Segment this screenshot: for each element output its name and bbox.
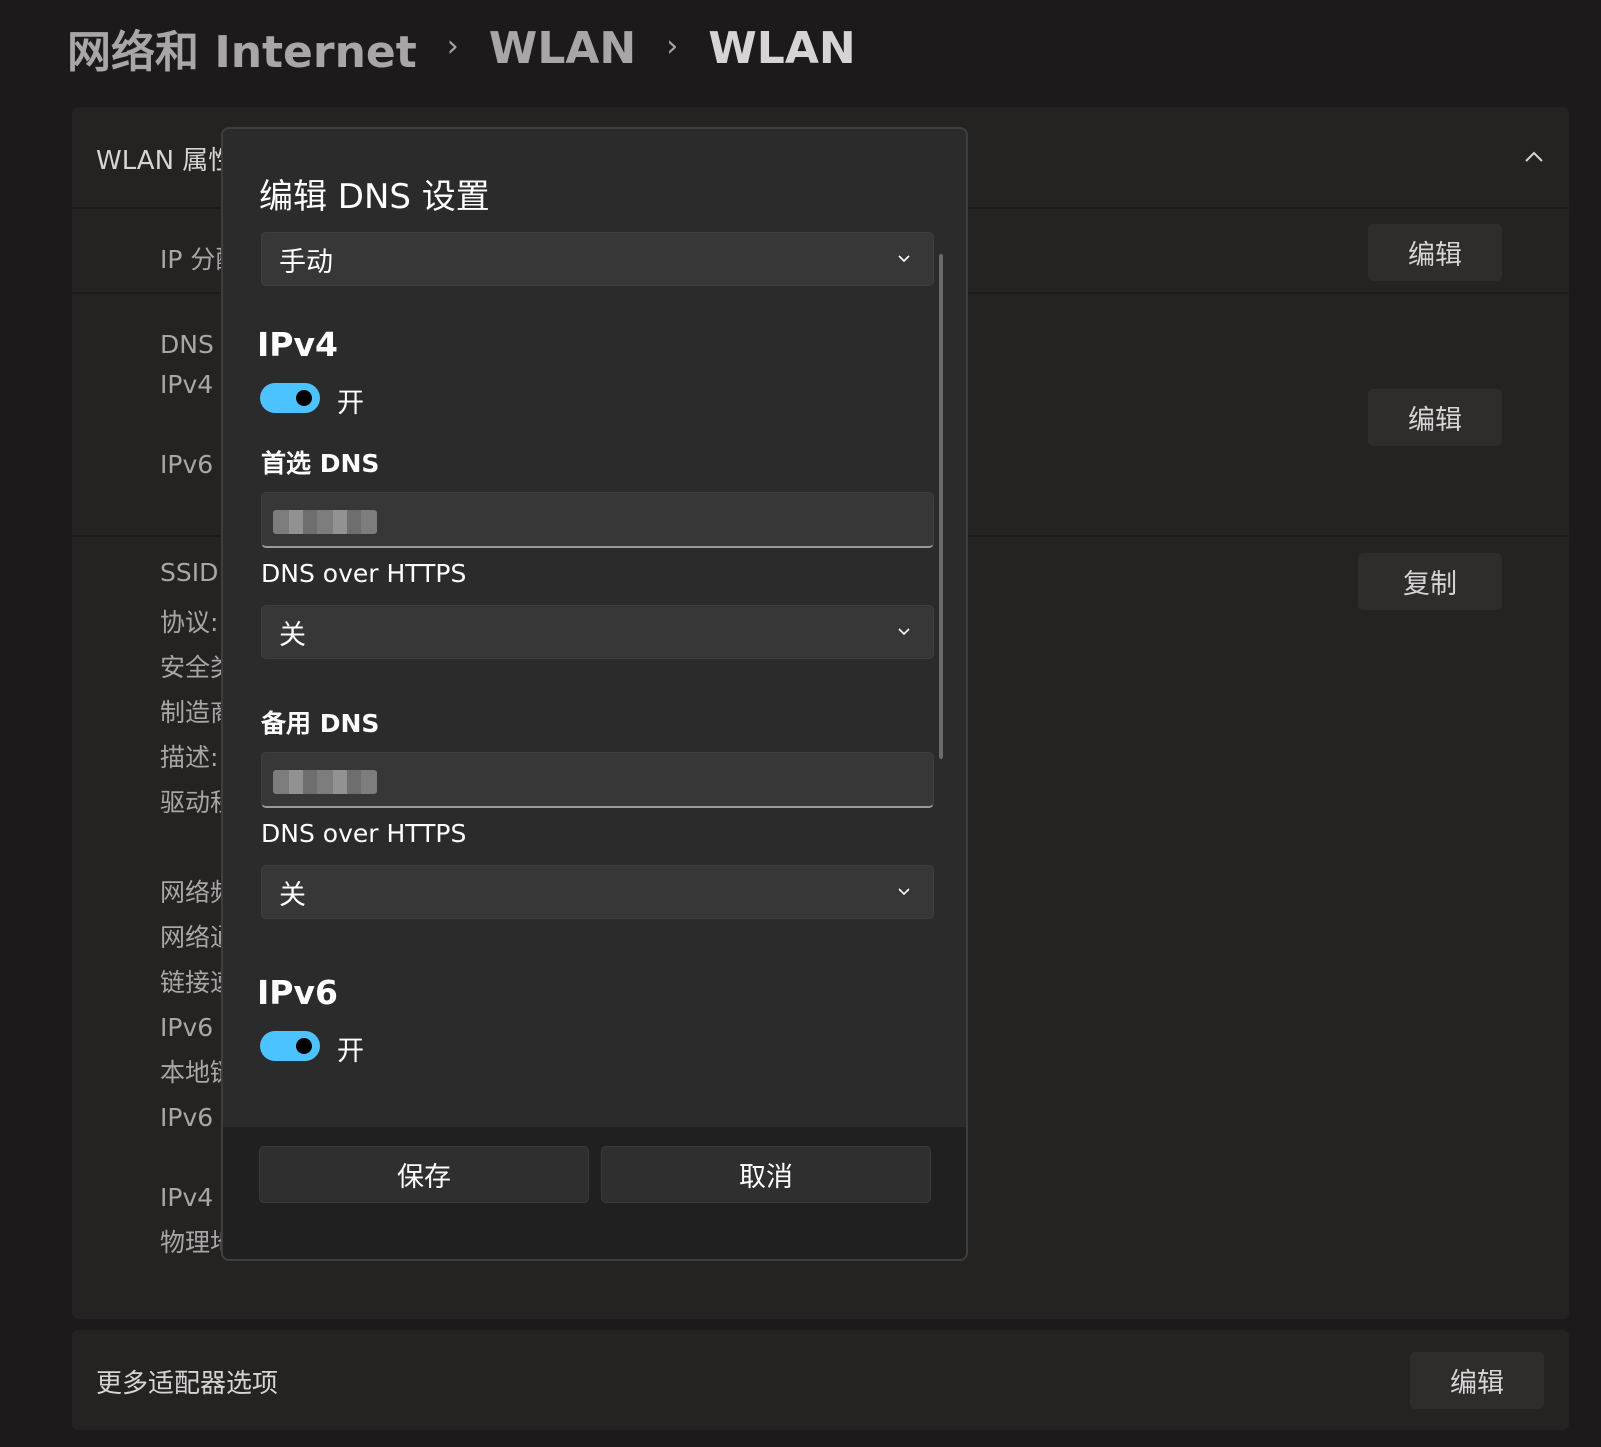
copy-button[interactable]: 复制 (1358, 553, 1502, 610)
alternate-doh-label: DNS over HTTPS (261, 819, 467, 848)
chevron-right-icon: › (446, 28, 459, 64)
preferred-doh-label: DNS over HTTPS (261, 559, 467, 588)
ipv4-toggle[interactable] (260, 383, 320, 413)
ipv4-heading: IPv4 (257, 325, 338, 364)
settings-page: 网络和 Internet › WLAN › WLAN WLAN 属性 IP 分配… (0, 0, 1601, 1447)
dns-mode-select[interactable]: 手动 (261, 232, 934, 286)
preferred-dns-label: 首选 DNS (261, 449, 380, 478)
description-label: 描述: (160, 743, 219, 772)
chevron-down-icon (898, 888, 910, 896)
toggle-knob (296, 1038, 312, 1054)
edit-adapter-options-button[interactable]: 编辑 (1410, 1352, 1544, 1409)
preferred-dns-input[interactable] (261, 492, 934, 548)
save-button[interactable]: 保存 (259, 1146, 589, 1203)
chevron-up-icon[interactable] (1522, 147, 1546, 167)
edit-dns-button[interactable]: 编辑 (1368, 389, 1502, 446)
cancel-button[interactable]: 取消 (601, 1146, 931, 1203)
redacted-value (273, 510, 377, 534)
dialog-scrollbar[interactable] (939, 254, 943, 759)
edit-dns-dialog: 编辑 DNS 设置 手动 IPv4 开 首选 DNS DNS over HTTP… (221, 127, 968, 1261)
more-adapter-options-title: 更多适配器选项 (96, 1369, 279, 1399)
alternate-doh-value: 关 (279, 879, 306, 911)
ipv6-toggle-label: 开 (337, 1036, 364, 1067)
breadcrumb-network-internet[interactable]: 网络和 Internet (67, 16, 417, 80)
alternate-dns-input[interactable] (261, 752, 934, 808)
preferred-doh-value: 关 (279, 619, 306, 651)
preferred-doh-select[interactable]: 关 (261, 605, 934, 659)
ipv6-heading: IPv6 (257, 973, 338, 1012)
redacted-value (273, 770, 377, 794)
protocol-label: 协议: (160, 608, 219, 637)
more-adapter-options-card (72, 1330, 1569, 1430)
chevron-down-icon (898, 255, 910, 263)
ssid-label: SSID: (160, 558, 227, 587)
chevron-down-icon (898, 628, 910, 636)
edit-ip-button[interactable]: 编辑 (1368, 224, 1502, 281)
toggle-knob (296, 390, 312, 406)
ipv6-toggle[interactable] (260, 1031, 320, 1061)
dialog-title: 编辑 DNS 设置 (259, 177, 490, 217)
dns-mode-value: 手动 (279, 246, 333, 278)
alternate-doh-select[interactable]: 关 (261, 865, 934, 919)
breadcrumb: 网络和 Internet › WLAN › WLAN (67, 16, 856, 80)
breadcrumb-current: WLAN (708, 22, 856, 74)
breadcrumb-wlan[interactable]: WLAN (489, 23, 636, 74)
alternate-dns-label: 备用 DNS (261, 709, 380, 738)
wlan-properties-title[interactable]: WLAN 属性 (96, 140, 234, 177)
ipv4-toggle-label: 开 (337, 388, 364, 419)
chevron-right-icon: › (666, 28, 679, 64)
